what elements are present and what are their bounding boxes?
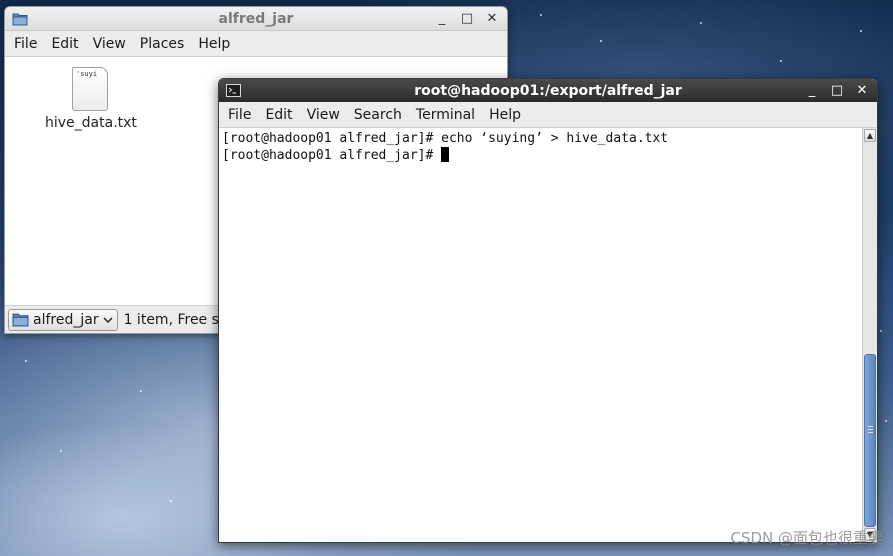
menu-edit[interactable]: Edit — [260, 105, 297, 125]
menu-terminal[interactable]: Terminal — [411, 105, 480, 125]
terminal-titlebar[interactable]: root@hadoop01:/export/alfred_jar _ □ ✕ — [219, 79, 877, 102]
terminal-line: [root@hadoop01 alfred_jar]# echo ‘suying… — [222, 131, 669, 146]
menu-places[interactable]: Places — [135, 34, 190, 54]
minimize-button[interactable]: _ — [805, 82, 819, 98]
terminal-window[interactable]: root@hadoop01:/export/alfred_jar _ □ ✕ F… — [218, 78, 878, 543]
menu-help[interactable]: Help — [193, 34, 235, 54]
scrollbar-thumb[interactable] — [864, 354, 876, 527]
vertical-scrollbar[interactable]: ▲ ▼ — [862, 128, 877, 542]
scroll-up-arrow-icon[interactable]: ▲ — [864, 129, 876, 142]
menu-file[interactable]: File — [223, 105, 256, 125]
close-button[interactable]: ✕ — [485, 10, 499, 26]
chevron-down-icon — [103, 316, 113, 323]
terminal-icon — [226, 84, 241, 101]
text-cursor — [441, 147, 450, 162]
watermark: CSDN @面包也很重要 — [730, 529, 883, 547]
file-preview-text: 'suyi — [76, 70, 98, 78]
menu-bar: File Edit View Places Help — [5, 31, 507, 57]
window-title: alfred_jar — [218, 10, 294, 27]
menu-edit[interactable]: Edit — [46, 34, 83, 54]
minimize-button[interactable]: _ — [435, 10, 449, 26]
menu-help[interactable]: Help — [484, 105, 526, 125]
file-name: hive_data.txt — [45, 115, 137, 131]
terminal-prompt: [root@hadoop01 alfred_jar]# — [222, 148, 442, 163]
file-item-hive-data[interactable]: 'suyi hive_data.txt — [45, 67, 137, 131]
text-file-icon: 'suyi — [72, 67, 108, 111]
menu-view[interactable]: View — [88, 34, 131, 54]
location-dropdown[interactable]: alfred_jar — [8, 308, 118, 331]
menu-bar: File Edit View Search Terminal Help — [219, 102, 877, 128]
maximize-button[interactable]: □ — [830, 82, 844, 98]
terminal-output[interactable]: [root@hadoop01 alfred_jar]# echo ‘suying… — [219, 128, 862, 542]
file-manager-titlebar[interactable]: alfred_jar _ □ ✕ — [5, 7, 507, 31]
menu-file[interactable]: File — [9, 34, 42, 54]
window-title: root@hadoop01:/export/alfred_jar — [414, 82, 682, 99]
menu-search[interactable]: Search — [349, 105, 407, 125]
maximize-button[interactable]: □ — [460, 10, 474, 26]
close-button[interactable]: ✕ — [855, 82, 869, 98]
folder-icon — [12, 313, 29, 327]
location-label: alfred_jar — [33, 311, 99, 328]
folder-icon — [12, 12, 28, 30]
terminal-prompt-line: [root@hadoop01 alfred_jar]# — [222, 147, 859, 164]
menu-view[interactable]: View — [302, 105, 345, 125]
